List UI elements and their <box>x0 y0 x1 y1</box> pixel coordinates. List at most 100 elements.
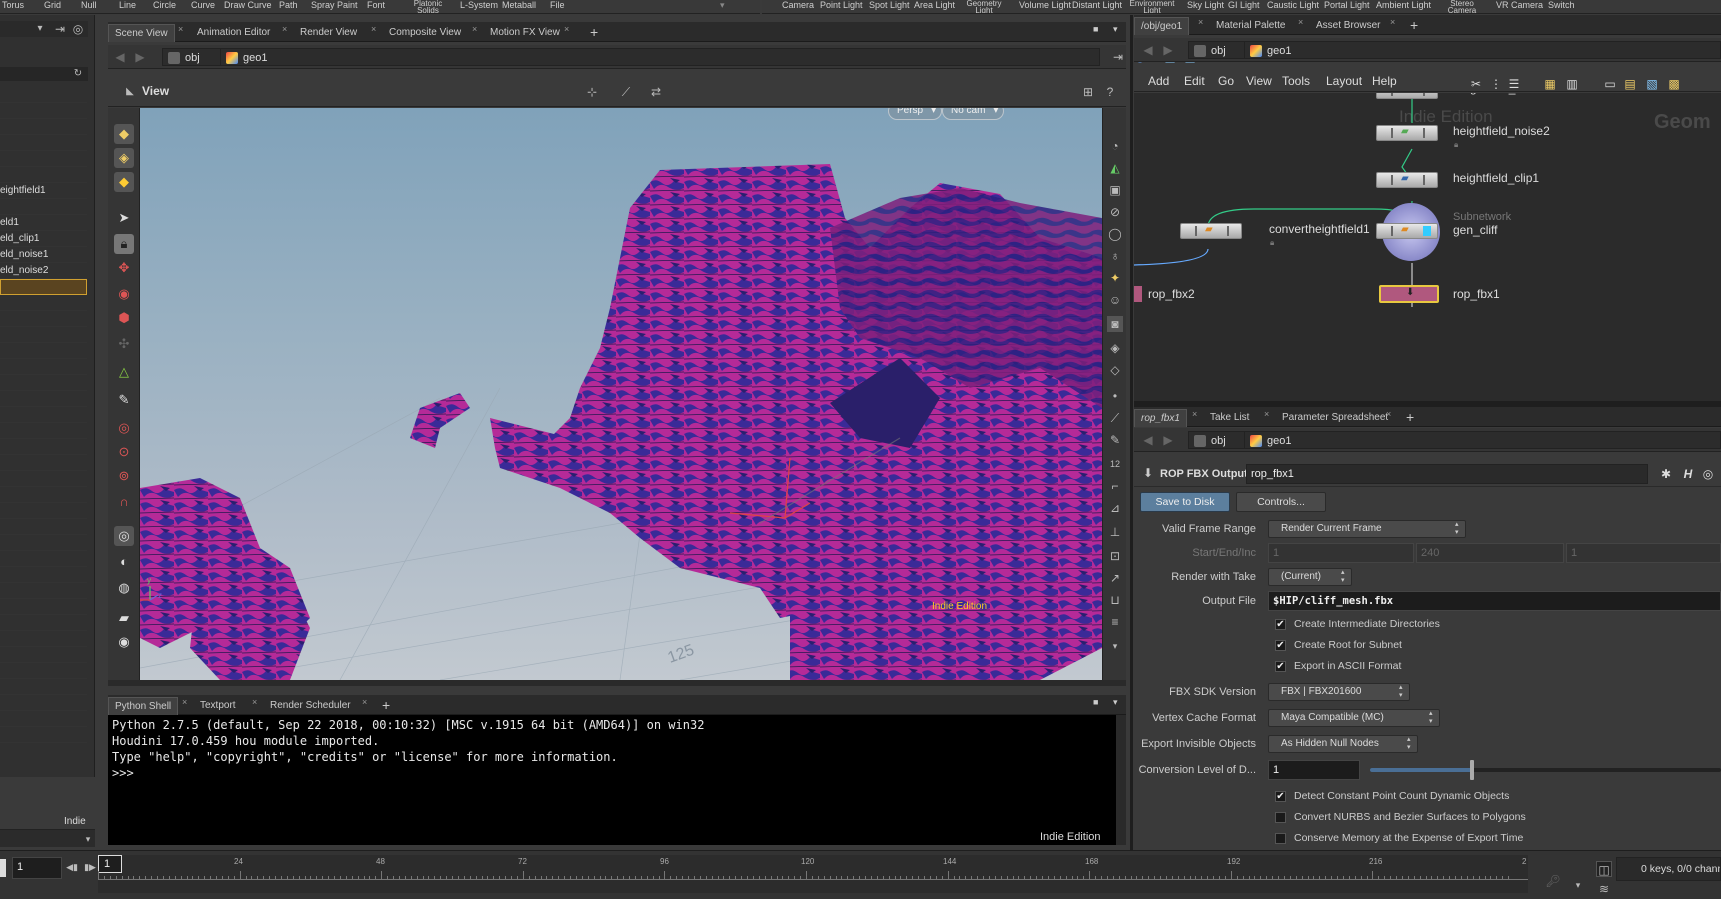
magnet-icon[interactable]: ◎ <box>114 418 134 438</box>
viewport-menu-icon[interactable]: ◣ <box>122 84 138 100</box>
node-rop-fbx1[interactable]: ⬇ <box>1379 285 1439 303</box>
root-subnet-checkbox[interactable]: ✔ <box>1275 640 1286 651</box>
refresh-icon[interactable]: ↻ <box>70 66 86 82</box>
close-icon[interactable]: × <box>1386 409 1391 419</box>
audio-icon[interactable]: ≋ <box>1596 881 1612 897</box>
template-icon[interactable]: ◇ <box>1107 362 1123 378</box>
shelf-tool-null[interactable]: Null <box>81 0 97 10</box>
pane-menu-icon[interactable]: ■ <box>1093 24 1098 34</box>
tab-scene-view[interactable]: Scene View <box>108 24 175 42</box>
output-file-field[interactable]: $HIP/cliff_mesh.fbx <box>1268 591 1721 611</box>
detect-dynamic-checkbox[interactable]: ✔ <box>1275 791 1286 802</box>
shelf-tool-environment-light[interactable]: Environment Light <box>1128 0 1176 13</box>
close-icon[interactable]: × <box>252 697 257 707</box>
menu-add[interactable]: Add <box>1148 70 1169 92</box>
shelf-tool-switcher[interactable]: Switch <box>1548 0 1575 10</box>
add-tab-icon[interactable]: + <box>382 697 390 713</box>
box-icon[interactable]: ▩ <box>1666 73 1682 91</box>
node-heightfield-noise1[interactable] <box>1376 93 1438 99</box>
target-icon[interactable]: ◎ <box>70 21 86 37</box>
shelf-tool-camera[interactable]: Camera <box>782 0 814 10</box>
forward-arrow-icon[interactable]: ▶ <box>132 49 148 65</box>
ghost-icon[interactable]: ⊘ <box>1107 204 1123 220</box>
left-filter[interactable]: ↻ <box>0 67 88 81</box>
keyframe-mode-icon[interactable]: ◫ <box>1596 861 1612 877</box>
shelf-tool-point-light[interactable]: Point Light <box>820 0 863 10</box>
pane-dropdown-icon[interactable]: ▾ <box>1113 697 1118 708</box>
shelf-tool-distant-light[interactable]: Distant Light <box>1072 0 1122 10</box>
sticky-icon[interactable]: ▭ <box>1602 73 1618 91</box>
menu-edit[interactable]: Edit <box>1184 70 1205 92</box>
select-mode-icon[interactable]: ◆ <box>114 124 134 144</box>
valid-frame-range-select[interactable]: Render Current Frame <box>1268 520 1466 538</box>
pose-icon[interactable]: ✣ <box>114 334 134 354</box>
node-heightfield-clip1[interactable]: ▰ <box>1376 172 1438 188</box>
close-icon[interactable]: × <box>178 24 183 34</box>
close-icon[interactable]: × <box>472 24 477 34</box>
render-region-icon[interactable]: ◍ <box>114 578 134 598</box>
snap-grid-icon[interactable]: ⊡ <box>1107 548 1123 564</box>
node-rop-fbx2[interactable] <box>1134 286 1142 302</box>
key-icon[interactable]: 🔑︎ <box>1545 873 1561 889</box>
node-convertheightfield1[interactable]: ▰ <box>1180 223 1242 239</box>
convert-nurbs-checkbox[interactable] <box>1275 812 1286 823</box>
light-bulb-icon[interactable]: ♁ <box>1107 248 1123 264</box>
shelf-tool-ambient-light[interactable]: Ambient Light <box>1376 0 1431 10</box>
shelf-tool-stereo-camera[interactable]: Stereo Camera <box>1442 0 1482 13</box>
flipbook-icon[interactable]: ◐ <box>114 552 134 572</box>
grid-view-icon[interactable]: ▦ <box>1542 73 1558 91</box>
back-arrow-icon[interactable]: ◀ <box>112 49 128 65</box>
add-tab-icon[interactable]: + <box>1410 17 1418 33</box>
user-icon[interactable]: ☺ <box>1107 292 1123 308</box>
grid-icon[interactable]: ⊥ <box>1107 524 1123 540</box>
paint-icon[interactable]: ▰ <box>114 608 134 628</box>
shelf-tool-circle[interactable]: Circle <box>153 0 176 10</box>
export-invisible-select[interactable]: As Hidden Null Nodes <box>1268 735 1418 753</box>
save-to-disk-button[interactable]: Save to Disk <box>1140 492 1230 512</box>
shelf-tool-spray-paint[interactable]: Spray Paint <box>311 0 358 10</box>
frame-icon[interactable]: 12 <box>1107 456 1123 472</box>
bucket-icon[interactable]: ⊔ <box>1107 592 1123 608</box>
breadcrumb-obj[interactable]: obj <box>1188 41 1246 59</box>
tree-item[interactable]: eld_noise2 <box>0 263 87 279</box>
current-frame-field[interactable]: 1 <box>12 857 62 879</box>
shelf-tool-draw-curve[interactable]: Draw Curve <box>224 0 272 10</box>
camera-icon[interactable]: ◎ <box>114 526 134 546</box>
snap-icon[interactable]: ⇄ <box>648 84 664 100</box>
close-icon[interactable]: × <box>1192 409 1197 419</box>
dropdown-arrow-icon[interactable]: ▾ <box>1570 877 1586 893</box>
close-icon[interactable]: × <box>1198 17 1203 27</box>
fbx-sdk-select[interactable]: FBX | FBX201600 <box>1268 683 1410 701</box>
timeline-ruler[interactable]: 1 24 48 72 96 120 144 168 192 216 2 <box>98 855 1528 893</box>
python-console[interactable]: Python 2.7.5 (default, Sep 22 2018, 00:1… <box>108 715 1116 845</box>
shelf-tool-grid[interactable]: Grid <box>44 0 61 10</box>
conversion-slider-handle[interactable] <box>1469 760 1474 780</box>
close-icon[interactable]: × <box>362 697 367 707</box>
tree-item[interactable]: eld_clip1 <box>0 231 87 247</box>
display-icon[interactable]: ◔ <box>1107 138 1123 154</box>
back-arrow-icon[interactable]: ◀ <box>1140 432 1156 448</box>
help-h-icon[interactable]: H <box>1680 466 1696 482</box>
shelf-tool-platonic-solids[interactable]: Platonic Solids <box>408 0 448 13</box>
menu-tools[interactable]: Tools <box>1282 70 1310 92</box>
breadcrumb-geo1[interactable]: geo1 <box>220 48 1100 66</box>
step-forward-icon[interactable]: ▮▶ <box>82 859 98 875</box>
shelf-tool-path[interactable]: Path <box>279 0 298 10</box>
scroll-down-icon[interactable]: ▾ <box>1107 638 1123 654</box>
node-name-field[interactable]: rop_fbx1 <box>1246 464 1648 484</box>
select-arrow-icon[interactable]: ➤ <box>114 208 134 228</box>
scale-icon[interactable]: ⬢ <box>114 308 134 328</box>
shelf-tool-curve[interactable]: Curve <box>191 0 215 10</box>
light-icon[interactable]: ◉ <box>114 632 134 652</box>
capture-icon[interactable]: ⊚ <box>114 466 134 486</box>
shelf-tool-portal-light[interactable]: Portal Light <box>1324 0 1370 10</box>
left-footer-field[interactable]: ▾ <box>0 829 95 847</box>
shelf-tool-torus[interactable]: Torus <box>2 0 24 10</box>
search-icon[interactable]: ◎ <box>1700 466 1716 482</box>
visibility-icon[interactable]: ◈ <box>1107 340 1123 356</box>
shading-icon[interactable]: ◭ <box>1107 160 1123 176</box>
tab-animation-editor[interactable]: Animation Editor <box>191 24 276 42</box>
conversion-level-field[interactable]: 1 <box>1268 760 1360 780</box>
wand-icon[interactable]: ⟋ <box>1107 410 1123 426</box>
stack-icon[interactable]: ≡ <box>1107 614 1123 630</box>
